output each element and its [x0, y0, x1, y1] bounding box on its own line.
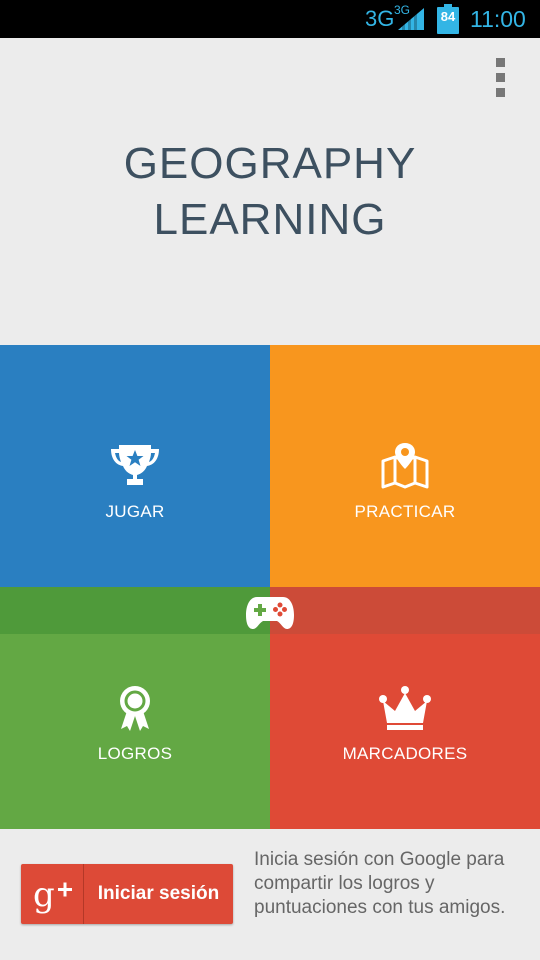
app-title-line-1: GEOGRAPHY — [123, 139, 417, 188]
marcadores-label: MARCADORES — [342, 744, 468, 763]
google-signin-button[interactable]: g Iniciar sesión — [21, 864, 233, 924]
overflow-menu-icon[interactable] — [490, 56, 514, 100]
practicar-tile[interactable]: PRACTICAR — [270, 345, 540, 587]
logros-label: LOGROS — [97, 744, 173, 763]
google-plus-icon: g — [33, 875, 72, 915]
screen: 3G 3G 84 11:00 GEOGRAPHY LEARNING JUGAR — [0, 0, 540, 960]
signal-icon — [398, 8, 424, 30]
network-type: 3G — [365, 6, 395, 31]
signin-label: Iniciar sesión — [97, 883, 220, 904]
practicar-label: PRACTICAR — [354, 502, 456, 521]
map-icon — [381, 443, 429, 489]
jugar-label: JUGAR — [105, 502, 165, 521]
logros-tile-band — [0, 587, 270, 634]
award-ribbon-icon — [120, 686, 150, 731]
status-bar: 3G 3G 84 11:00 — [0, 0, 540, 38]
app-title-line-2: LEARNING — [153, 195, 387, 244]
gamepad-icon — [246, 597, 294, 629]
app-title: GEOGRAPHY LEARNING — [0, 136, 540, 248]
signin-description: Inicia sesión con Google para compartir … — [254, 849, 506, 918]
crown-icon — [379, 686, 431, 730]
svg-text:g: g — [33, 875, 55, 915]
marcadores-tile-band — [270, 587, 540, 634]
jugar-tile[interactable]: JUGAR — [0, 345, 270, 587]
battery-level: 84 — [440, 9, 456, 24]
status-time: 11:00 — [470, 6, 526, 32]
trophy-icon — [111, 445, 159, 485]
